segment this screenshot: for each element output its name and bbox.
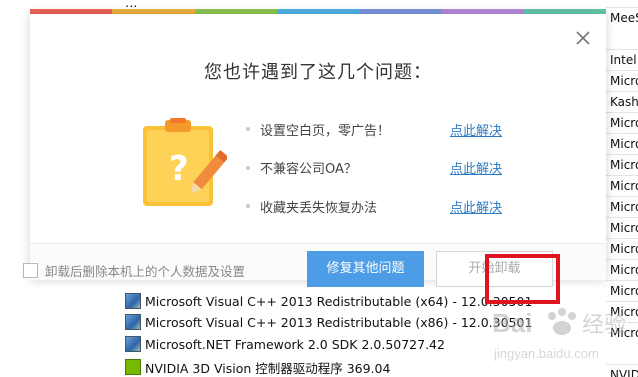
issue-solve-link[interactable]: 点此解决 bbox=[450, 158, 502, 177]
program-name: NVIDIA 3D Vision 控制器驱动程序 369.04 bbox=[145, 360, 391, 376]
list-item[interactable]: NVIDIA 3D Vision 控制器驱动程序 369.04 bbox=[125, 357, 390, 377]
issue-text: 不兼容公司OA？ bbox=[260, 162, 357, 178]
watermark-brand: Bai bbox=[492, 308, 532, 338]
nvidia-icon bbox=[125, 359, 141, 375]
publisher-cell: Micro bbox=[606, 112, 638, 133]
baidu-watermark: Bai 经验 jingyan.baidu.com bbox=[470, 298, 638, 368]
publisher-cell: Micro bbox=[606, 217, 638, 238]
publisher-cell: Micro bbox=[606, 175, 638, 196]
highlight-box bbox=[485, 254, 560, 304]
publisher-cell: Micro bbox=[606, 196, 638, 217]
list-item[interactable]: Microsoft.NET Framework 2.0 SDK 2.0.5072… bbox=[125, 334, 445, 354]
delete-data-checkbox[interactable] bbox=[23, 263, 38, 278]
publisher-cell: Intel bbox=[606, 49, 638, 70]
publisher-cell: Micro bbox=[606, 133, 638, 154]
publisher-cell: Micro bbox=[606, 154, 638, 175]
fix-other-issues-button[interactable]: 修复其他问题 bbox=[307, 251, 424, 287]
issue-solve-link[interactable]: 点此解决 bbox=[450, 120, 502, 139]
delete-data-option[interactable]: 卸载后删除本机上的个人数据及设置 bbox=[23, 261, 245, 280]
svg-text:?: ? bbox=[169, 149, 189, 189]
installer-icon bbox=[125, 314, 141, 330]
publisher-cell: Micro bbox=[606, 70, 638, 91]
issue-text: 收藏夹丢失恢复办法 bbox=[260, 200, 378, 216]
issue-list: 设置空白页，零广告！ 点此解决 不兼容公司OA？ 点此解决 收藏夹丢失恢复办法 … bbox=[246, 110, 546, 226]
publisher-cell: Kash bbox=[606, 91, 638, 112]
watermark-brand2: 经验 bbox=[582, 313, 626, 338]
bullet-icon bbox=[246, 165, 250, 170]
installer-icon bbox=[125, 293, 141, 309]
paw-icon bbox=[548, 308, 576, 335]
clipboard-question-icon: ? bbox=[137, 118, 229, 208]
program-name: Microsoft.NET Framework 2.0 SDK 2.0.5072… bbox=[145, 336, 445, 352]
publisher-cell: Micro bbox=[606, 238, 638, 259]
close-icon[interactable] bbox=[573, 28, 593, 48]
watermark-url: jingyan.baidu.com bbox=[493, 346, 599, 361]
issue-item: 收藏夹丢失恢复办法 点此解决 bbox=[246, 187, 546, 226]
issue-item: 不兼容公司OA？ 点此解决 bbox=[246, 149, 546, 188]
delete-data-label[interactable]: 卸载后删除本机上的个人数据及设置 bbox=[45, 261, 245, 280]
issue-text: 设置空白页，零广告！ bbox=[260, 123, 391, 139]
publisher-cell: MeeS bbox=[606, 7, 638, 28]
dialog-title: 您也许遇到了这几个问题： bbox=[204, 62, 432, 83]
installer-icon bbox=[125, 336, 141, 352]
bullet-icon bbox=[246, 127, 250, 132]
issue-item: 设置空白页，零广告！ 点此解决 bbox=[246, 110, 546, 149]
bullet-icon bbox=[246, 204, 250, 209]
publisher-cell: Micro bbox=[606, 259, 638, 280]
uninstall-survey-dialog: 您也许遇到了这几个问题： ? 设置空白页，零广告！ 点此解决 不兼容公司OA？ … bbox=[30, 14, 606, 280]
issue-solve-link[interactable]: 点此解决 bbox=[450, 197, 502, 216]
